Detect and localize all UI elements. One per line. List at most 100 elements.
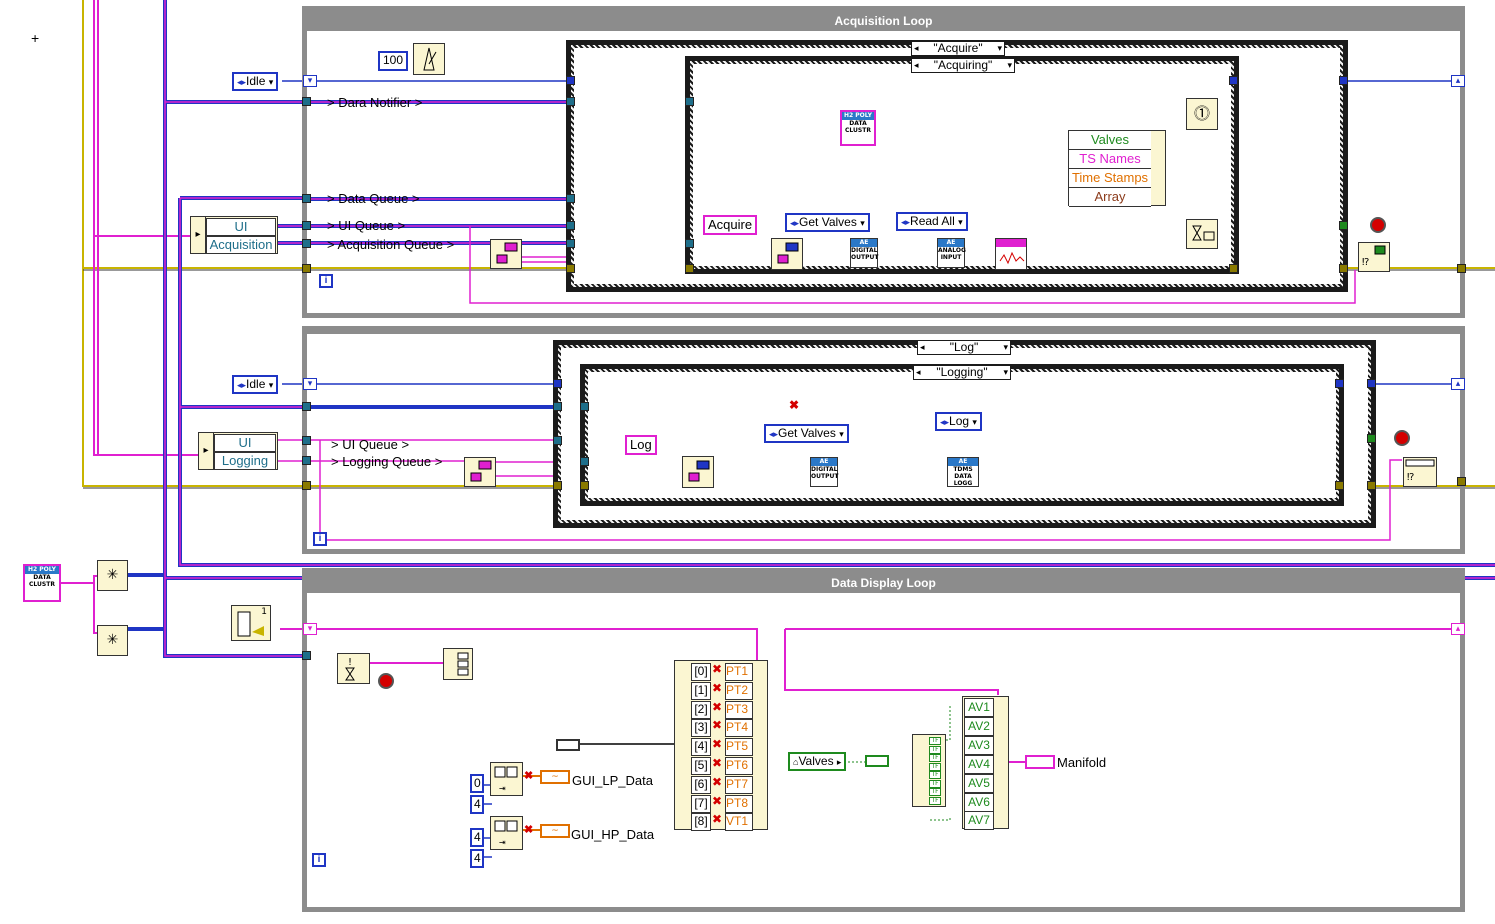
acquire-string-constant[interactable]: Acquire <box>703 215 758 235</box>
wait-on-notification-icon[interactable]: ! <box>337 653 370 684</box>
manifold-indicator-terminal[interactable] <box>1025 755 1055 769</box>
enqueue-element-icon[interactable] <box>1186 219 1218 249</box>
tunnel <box>1367 434 1376 443</box>
obtain-queue-icon[interactable]: ✳ <box>97 560 128 591</box>
av-indicator-label: AV5 <box>964 773 994 793</box>
array-subset-icon-hp[interactable]: ⇥ <box>490 816 523 850</box>
tunnel <box>553 402 562 411</box>
unbundle-cluster-icon[interactable] <box>443 648 473 680</box>
gui-lp-graph-terminal[interactable]: ~ <box>540 770 570 784</box>
release-queue-icon[interactable]: ⁉ <box>1358 242 1390 272</box>
digital-output-vi-log[interactable]: AE DIGITAL OUTPUT <box>810 457 838 487</box>
iteration-terminal-display: i <box>312 853 326 867</box>
data-cluster-vi-left[interactable]: H2 POLY DATA CLUSTR <box>23 564 61 602</box>
logging-case-selector[interactable]: ◂ "Logging" ▾ <box>913 365 1011 380</box>
format-waveform-icon[interactable] <box>995 238 1027 270</box>
shift-register-right-log: ▴ <box>1451 378 1465 390</box>
log-enum-constant[interactable]: ◂▸Log ▾ <box>935 412 982 431</box>
broken-wire-icon: ✖ <box>712 774 723 789</box>
tunnel <box>566 239 575 248</box>
idle-enum-constant-acq[interactable]: ◂▸Idle ▾ <box>232 72 279 91</box>
tunnel <box>1457 264 1466 273</box>
av-indicator-label: AV2 <box>964 716 994 736</box>
log-case-label: "Log" <box>949 340 979 354</box>
get-valves-enum-log[interactable]: ◂▸Get Valves ▾ <box>764 424 849 443</box>
analog-input-vi[interactable]: AE ANALOG INPUT <box>937 238 966 268</box>
bundle-row-array: Array <box>1069 188 1151 207</box>
idle-enum-constant-log[interactable]: ◂▸Idle ▾ <box>232 375 279 394</box>
unbundle-acquisition-node[interactable]: ▸ UI Acquisition <box>190 216 278 254</box>
tunnel <box>1339 221 1348 230</box>
boolean-index-array-node[interactable]: TF TF TF TF TF TF TF TF <box>912 734 946 807</box>
enum-arrows-icon: ◂▸ <box>790 218 800 228</box>
tab-control-reference-icon[interactable]: 1 <box>231 605 271 641</box>
tunnel <box>553 481 562 490</box>
hp-start-index-constant[interactable]: 4 <box>470 828 484 847</box>
queue-icon <box>470 460 492 482</box>
log-case-selector[interactable]: ◂ "Log" ▾ <box>917 340 1011 355</box>
tunnel <box>566 194 575 203</box>
hp-length-constant[interactable]: 4 <box>470 849 484 868</box>
broken-wire-icon: ✖ <box>524 770 534 782</box>
broken-wire-icon: ✖ <box>712 699 723 714</box>
stop-terminal-acq[interactable] <box>1370 217 1386 233</box>
dropdown-arrow-icon: ▾ <box>958 217 963 227</box>
broken-wire-icon: ✖ <box>712 718 723 733</box>
valves-local-value: Valves <box>798 754 834 768</box>
tdms-data-logger-vi[interactable]: AE TDMS DATA LOGG <box>947 457 979 487</box>
enqueue-element-icon-acq[interactable] <box>771 238 803 270</box>
acquire-case-selector[interactable]: ◂ "Acquire" ▾ <box>911 41 1005 56</box>
boolean-tf-terminal: TF <box>929 779 941 788</box>
enqueue-element-icon-log[interactable] <box>682 456 714 488</box>
send-notification-icon[interactable]: ⓵ <box>1186 98 1218 130</box>
ae-badge: AE <box>851 239 877 247</box>
timer-ms-value: 100 <box>383 53 404 67</box>
array-subset-icon-lp[interactable]: ⇥ <box>490 762 523 796</box>
dequeue-element-icon-acq[interactable] <box>490 239 522 269</box>
tunnel <box>302 239 311 248</box>
pt-indicator-label: PT7 <box>725 775 753 794</box>
stop-terminal-log[interactable] <box>1394 430 1410 446</box>
gui-hp-graph-terminal[interactable]: ~ <box>540 824 570 838</box>
get-valves-value: Get Valves <box>778 426 836 440</box>
index-value: [6] <box>691 775 711 794</box>
valves-local-variable[interactable]: ⌂Valves ▸ <box>788 752 847 771</box>
logging-queue-label: > Logging Queue > <box>331 454 443 469</box>
lp-length-constant[interactable]: 4 <box>470 795 484 814</box>
tunnel <box>1229 264 1238 273</box>
boolean-tf-terminal: TF <box>929 754 941 762</box>
lp-length-value: 4 <box>474 797 481 811</box>
unbundle-logging-node[interactable]: ▸ UI Logging <box>198 432 278 470</box>
pt-indicator-label: PT6 <box>725 757 753 775</box>
tunnel <box>1367 481 1376 490</box>
log-string-constant[interactable]: Log <box>625 435 657 455</box>
data-queue-label: > Data Queue > <box>327 191 420 206</box>
acquisition-queue-label: > Acquisition Queue > <box>327 237 455 252</box>
waveform-array-terminal[interactable] <box>556 739 580 751</box>
boolean-tf-terminal: TF <box>929 737 941 745</box>
data-cluster-vi-acq[interactable]: H2 POLY DATA CLUSTR <box>840 110 876 146</box>
index-array-node[interactable]: [0] ✖ PT1 [1] ✖ PT2 [2] ✖ PT3 [3] ✖ PT4 [4] ✖ PT5 [5] ✖ P… <box>674 660 768 832</box>
acquiring-case-label: "Acquiring" <box>933 58 993 72</box>
dequeue-element-icon-log[interactable] <box>464 457 496 487</box>
bundle-by-name-node[interactable]: Valves TS Names Time Stamps Array <box>1068 130 1166 207</box>
tunnel <box>566 97 575 106</box>
stop-terminal-display[interactable] <box>378 673 394 689</box>
av-bundle-node[interactable]: AV1 AV2 AV3 AV4 AV5 AV6 AV7 <box>962 696 1009 831</box>
h2-poly-badge: H2 POLY <box>25 566 59 574</box>
tunnel <box>1335 481 1344 490</box>
tunnel <box>302 97 311 106</box>
acquiring-case-selector[interactable]: ◂ "Acquiring" ▾ <box>911 58 1015 73</box>
hourglass-icon <box>1192 225 1215 241</box>
get-valves-enum-acq[interactable]: ◂▸Get Valves ▾ <box>785 213 870 232</box>
release-queue-icon-log[interactable]: ⁉ <box>1403 457 1437 487</box>
lp-start-index-constant[interactable]: 0 <box>470 774 484 793</box>
digital-output-vi-acq[interactable]: AE DIGITAL OUTPUT <box>850 238 878 268</box>
timer-ms-constant[interactable]: 100 <box>378 51 409 71</box>
enqueue-icon <box>688 460 710 482</box>
obtain-notifier-icon[interactable]: ✳ <box>97 625 128 656</box>
read-all-enum[interactable]: ◂▸Read All ▾ <box>896 212 968 231</box>
wait-timer-icon[interactable] <box>413 43 445 75</box>
cluster-to-array-icon[interactable] <box>865 755 889 767</box>
boolean-tf-terminal: TF <box>929 771 941 779</box>
